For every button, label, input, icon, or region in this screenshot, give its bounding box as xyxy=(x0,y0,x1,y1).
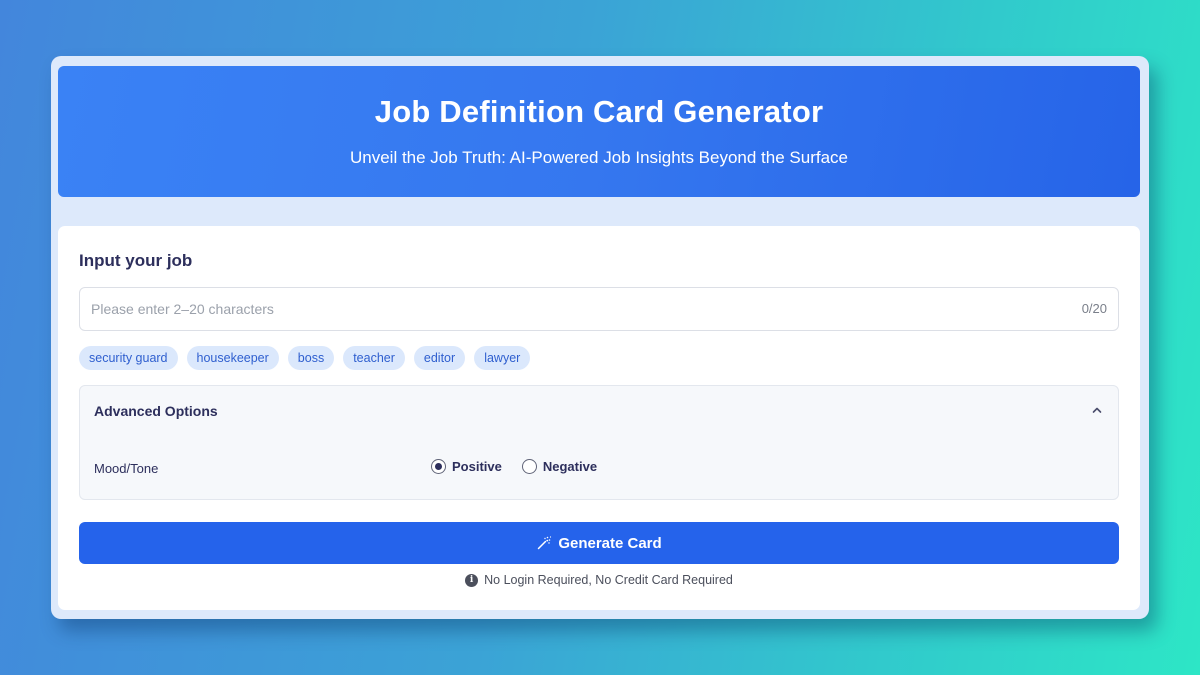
suggestion-chip[interactable]: teacher xyxy=(343,346,405,370)
footnote-text: No Login Required, No Credit Card Requir… xyxy=(484,573,733,587)
mood-positive-option[interactable]: Positive xyxy=(431,459,502,474)
advanced-options-panel: Advanced Options Mood/Tone Positive Nega… xyxy=(79,385,1119,500)
generate-card-button[interactable]: Generate Card xyxy=(79,522,1119,564)
job-input-container: 0/20 xyxy=(79,287,1119,331)
mood-tone-label: Mood/Tone xyxy=(94,461,159,476)
advanced-options-title: Advanced Options xyxy=(94,403,218,419)
job-input-label: Input your job xyxy=(79,251,193,270)
job-input[interactable] xyxy=(80,288,1060,330)
app-frame: Job Definition Card Generator Unveil the… xyxy=(51,56,1149,619)
page-header: Job Definition Card Generator Unveil the… xyxy=(58,66,1140,197)
magic-wand-icon xyxy=(538,536,552,550)
radio-negative[interactable] xyxy=(521,459,537,474)
suggestion-chip[interactable]: housekeeper xyxy=(186,346,279,370)
radio-negative-label: Negative xyxy=(542,459,598,474)
suggestion-chip[interactable]: security guard xyxy=(79,346,178,370)
generate-card-label: Generate Card xyxy=(558,534,662,552)
footnote: i No Login Required, No Credit Card Requ… xyxy=(58,573,1140,587)
radio-positive[interactable] xyxy=(431,459,446,474)
suggestion-chip[interactable]: editor xyxy=(413,346,466,370)
page-title: Job Definition Card Generator xyxy=(374,94,824,129)
page-subtitle: Unveil the Job Truth: AI-Powered Job Ins… xyxy=(349,148,848,167)
advanced-options-toggle[interactable]: Advanced Options xyxy=(80,386,1118,436)
job-suggestions: security guard housekeeper boss teacher … xyxy=(79,346,531,370)
chevron-up-icon[interactable] xyxy=(1090,403,1104,417)
mood-negative-option[interactable]: Negative xyxy=(521,459,598,474)
suggestion-chip[interactable]: lawyer xyxy=(474,346,531,370)
radio-positive-label: Positive xyxy=(452,459,502,474)
job-form-card: Input your job 0/20 security guard house… xyxy=(58,226,1140,610)
mood-tone-radio-group: Positive Negative xyxy=(431,459,597,474)
suggestion-chip[interactable]: boss xyxy=(287,346,335,370)
info-icon: i xyxy=(465,573,479,587)
char-counter: 0/20 xyxy=(1081,301,1107,316)
